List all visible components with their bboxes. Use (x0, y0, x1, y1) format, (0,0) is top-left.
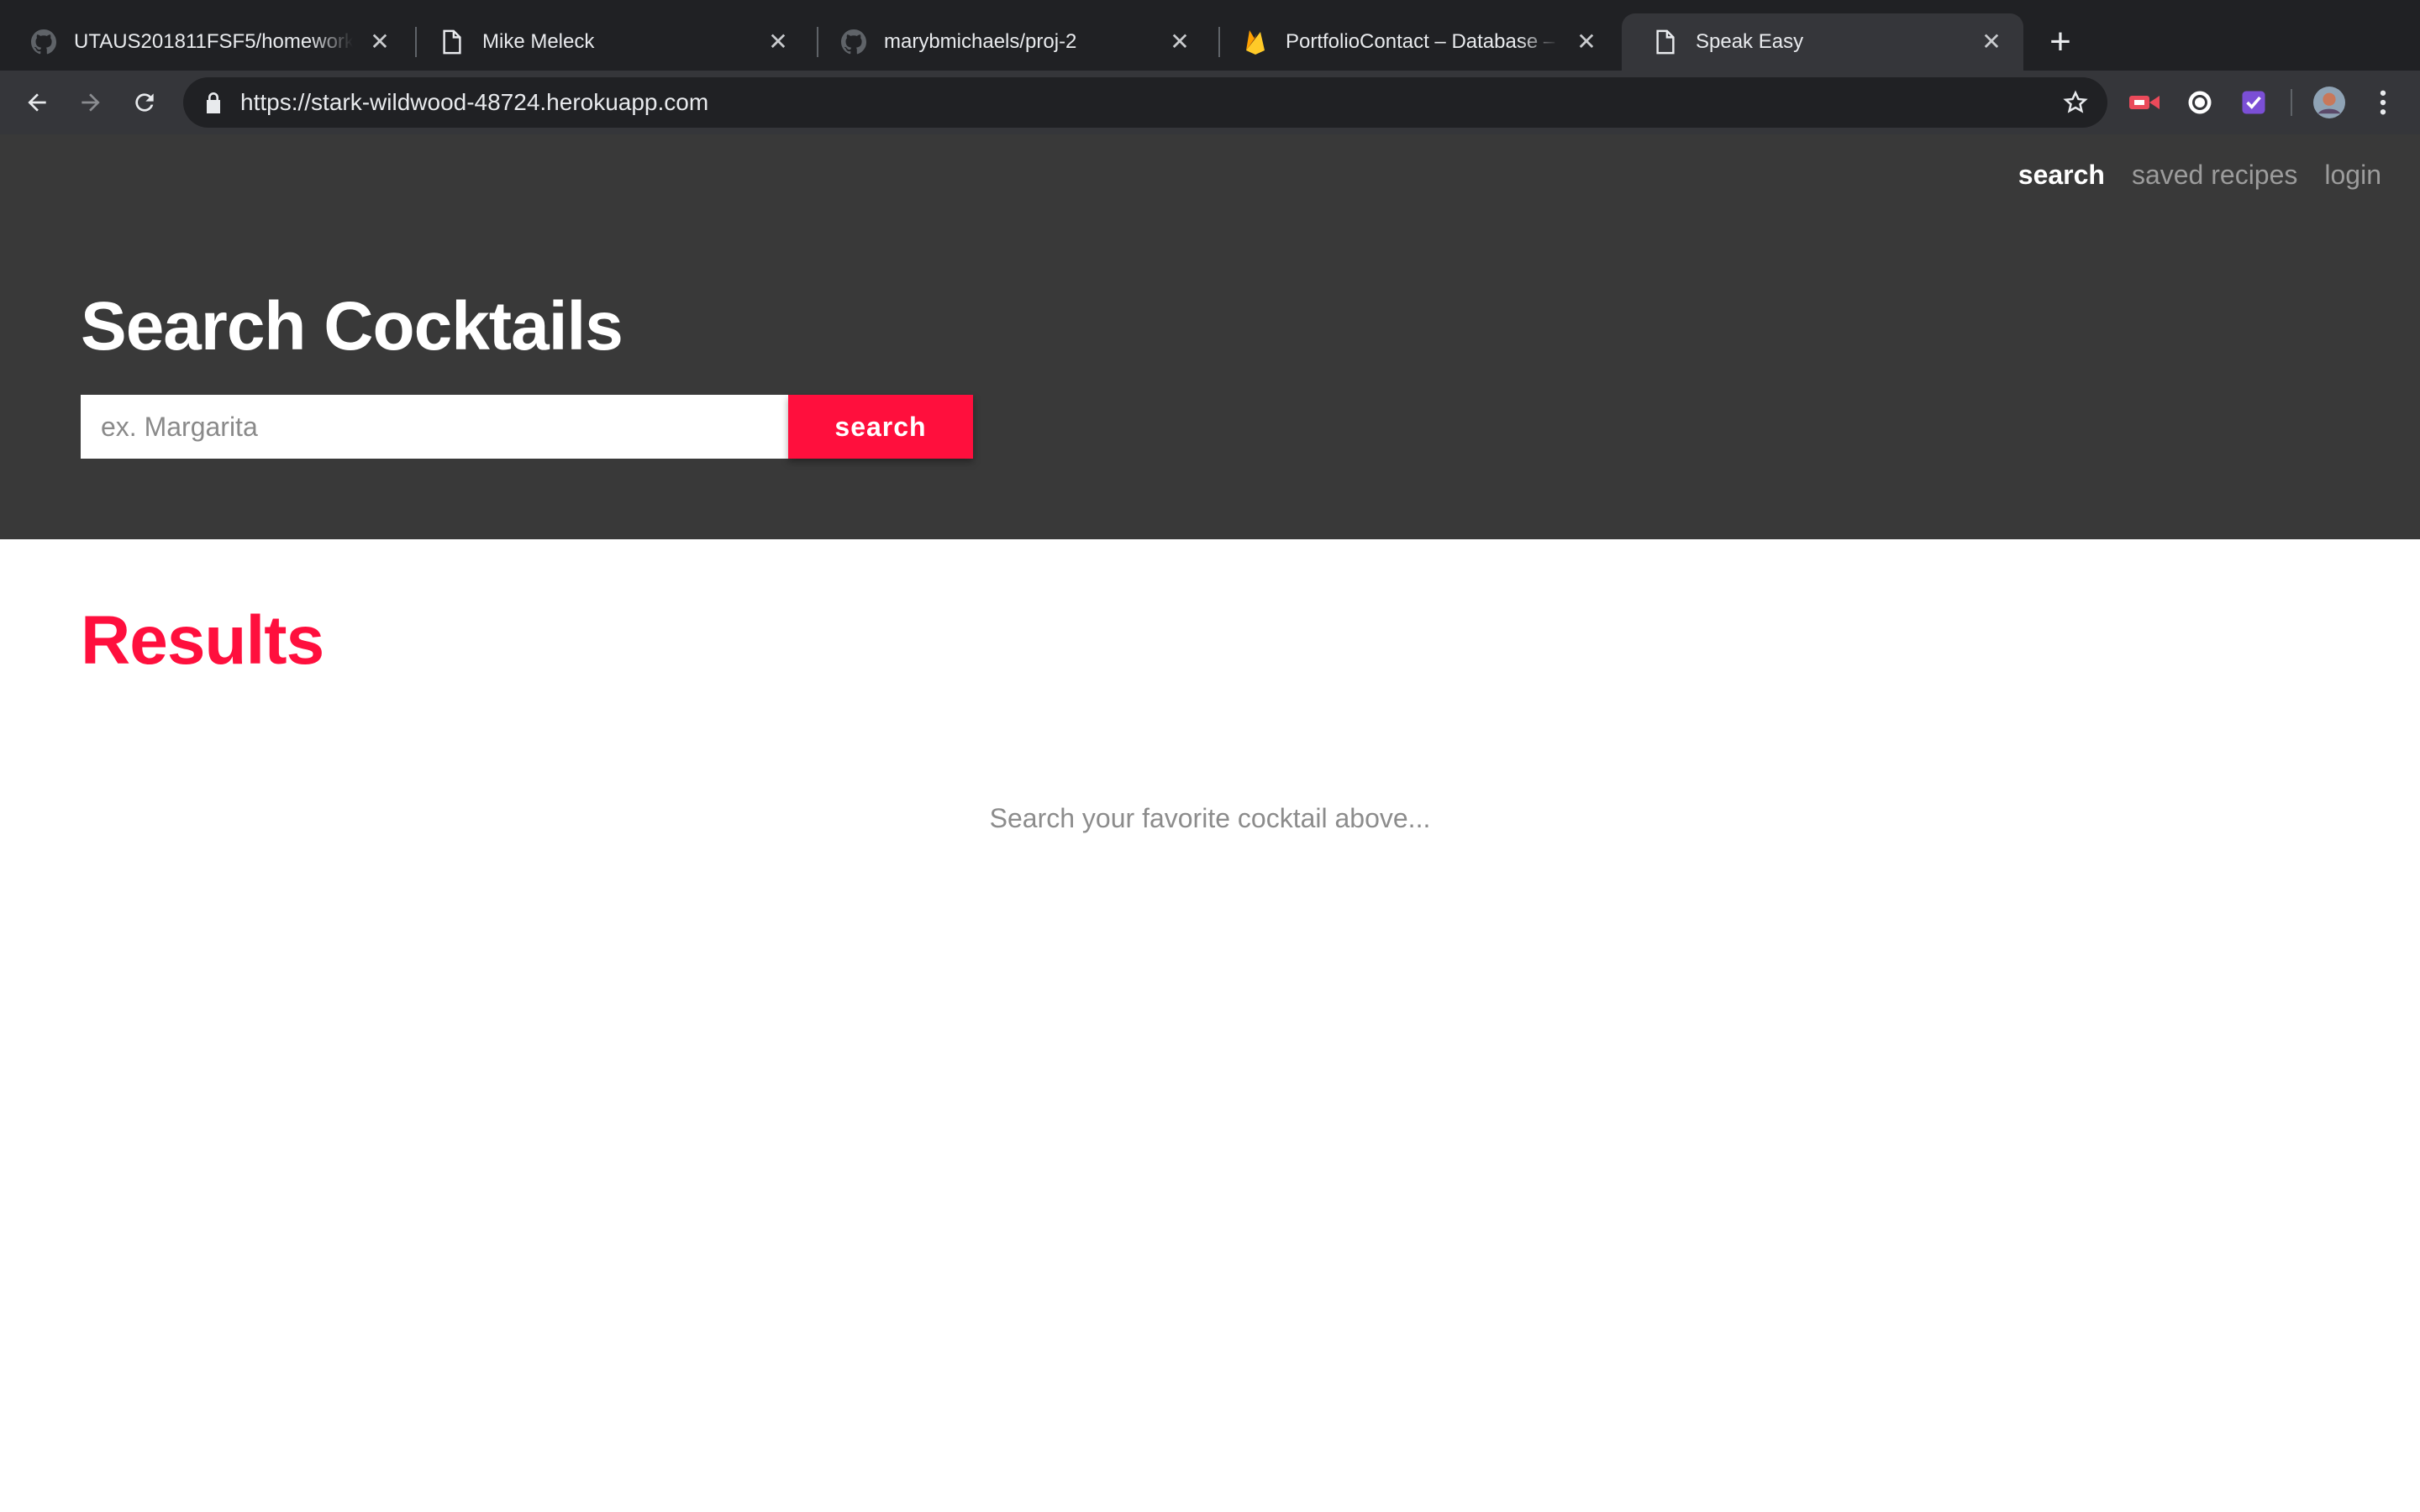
extension-check-icon[interactable] (2237, 86, 2270, 119)
close-icon[interactable]: ✕ (761, 25, 795, 59)
browser-tab-homework[interactable]: UTAUS201811FSF5/homework- ✕ (0, 13, 412, 71)
back-arrow-icon[interactable] (17, 82, 57, 123)
site-header: search saved recipes login Search Cockta… (0, 134, 2420, 539)
page-title: Search Cocktails (81, 288, 623, 365)
new-tab-plus-icon[interactable]: + (2040, 22, 2081, 62)
browser-tab-portfolio-contact[interactable]: PortfolioContact – Database – Fi ✕ (1212, 13, 1618, 71)
bookmark-star-icon[interactable] (2059, 86, 2092, 119)
profile-avatar[interactable] (2312, 86, 2346, 119)
browser-tab-proj-2[interactable]: marybmichaels/proj-2 ✕ (810, 13, 1212, 71)
browser-toolbar: https://stark-wildwood-48724.herokuapp.c… (0, 71, 2420, 134)
nav-saved-recipes-link[interactable]: saved recipes (2132, 160, 2297, 191)
toolbar-divider (2291, 89, 2292, 116)
github-icon (30, 29, 57, 55)
search-button[interactable]: search (788, 395, 973, 459)
nav-search-link[interactable]: search (2018, 160, 2105, 191)
page-icon (1652, 29, 1679, 55)
tab-title: Speak Easy (1696, 30, 1804, 53)
browser-tab-strip: UTAUS201811FSF5/homework- ✕ Mike Meleck … (0, 0, 2420, 71)
address-bar[interactable]: https://stark-wildwood-48724.herokuapp.c… (183, 77, 2107, 128)
browser-tab-mike-meleck[interactable]: Mike Meleck ✕ (408, 13, 810, 71)
site-nav: search saved recipes login (2018, 160, 2381, 191)
tab-title: Mike Meleck (482, 30, 595, 53)
nav-login-link[interactable]: login (2324, 160, 2381, 191)
close-icon[interactable]: ✕ (363, 25, 397, 59)
kebab-menu-icon[interactable] (2366, 86, 2400, 119)
search-form: search (81, 395, 973, 459)
github-icon (840, 29, 867, 55)
tab-title: UTAUS201811FSF5/homework- (74, 30, 353, 53)
tab-title: marybmichaels/proj-2 (884, 30, 1077, 53)
close-icon[interactable]: ✕ (1975, 25, 2008, 59)
lock-icon[interactable] (202, 91, 225, 114)
extension-video-icon[interactable] (2128, 86, 2161, 119)
browser-tab-speak-easy[interactable]: Speak Easy ✕ (1622, 13, 2023, 71)
tab-title: PortfolioContact – Database – Fi (1286, 30, 1560, 53)
extension-circle-icon[interactable] (2183, 86, 2217, 119)
firebase-icon (1242, 29, 1269, 55)
address-url: https://stark-wildwood-48724.herokuapp.c… (240, 89, 709, 115)
close-icon[interactable]: ✕ (1163, 25, 1197, 59)
page-icon (439, 29, 466, 55)
close-icon[interactable]: ✕ (1570, 25, 1603, 59)
empty-results-hint: Search your favorite cocktail above... (989, 803, 1431, 833)
results-title: Results (81, 602, 324, 679)
forward-arrow-icon[interactable] (71, 82, 111, 123)
reload-icon[interactable] (124, 82, 165, 123)
search-input[interactable] (81, 395, 788, 459)
